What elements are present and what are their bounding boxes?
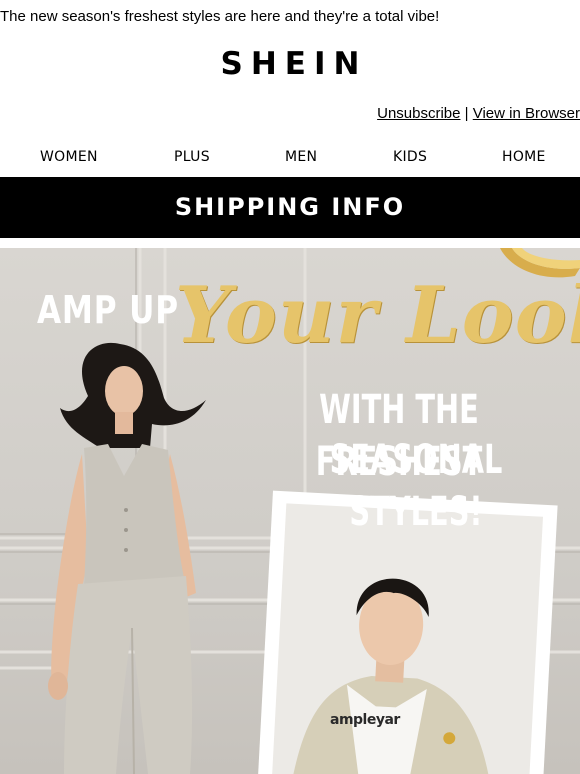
shein-logo[interactable]: SHEIN: [0, 44, 580, 84]
nav-item-men[interactable]: MEN: [285, 149, 317, 165]
hero-headline-amp-up: AMP UP: [37, 288, 179, 332]
hero-headline-your-look: Your Look: [175, 270, 580, 361]
header-links: Unsubscribe | View in Browser: [377, 104, 580, 124]
nav-item-women[interactable]: WOMEN: [40, 149, 98, 165]
preheader-text: The new season's freshest styles are her…: [0, 8, 440, 25]
link-separator: |: [464, 105, 469, 122]
hero-banner[interactable]: AMP UP Your Look WITH THE FRESHEST SEASO…: [0, 248, 580, 774]
category-nav: WOMEN PLUS MEN KIDS HOME: [0, 146, 580, 170]
shirt-print-text: ampleyar: [330, 712, 400, 728]
nav-item-plus[interactable]: PLUS: [174, 149, 210, 165]
view-in-browser-link[interactable]: View in Browser: [473, 105, 580, 122]
shipping-info-banner[interactable]: SHIPPING INFO: [0, 177, 580, 238]
nav-item-kids[interactable]: KIDS: [393, 149, 427, 165]
hero-headline-seasonal: SEASONAL STYLES!: [329, 437, 503, 535]
unsubscribe-link[interactable]: Unsubscribe: [377, 105, 460, 122]
nav-item-home[interactable]: HOME: [502, 149, 546, 165]
